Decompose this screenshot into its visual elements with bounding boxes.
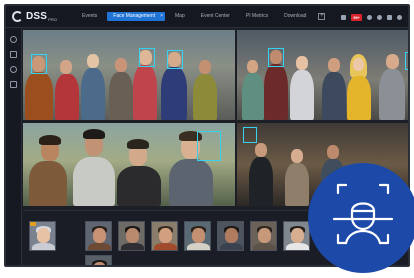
list-icon[interactable] (10, 51, 17, 58)
add-tab-icon[interactable]: + (318, 13, 326, 20)
face-thumbnail[interactable] (283, 221, 310, 251)
lock-icon[interactable] (387, 14, 392, 20)
person-figure (377, 30, 407, 120)
face-detection-box (139, 48, 155, 67)
person-figure (79, 30, 107, 120)
video-tile-crowd[interactable] (23, 30, 235, 120)
tab-events[interactable]: Events (76, 12, 103, 21)
face-detection-box (243, 127, 257, 143)
match-flag-icon (30, 222, 36, 226)
settings-icon[interactable] (367, 14, 372, 20)
person-figure (131, 30, 159, 120)
person-figure (263, 30, 289, 120)
face-thumbnail[interactable] (85, 255, 112, 265)
person-figure (289, 30, 315, 120)
face-thumbnail[interactable] (250, 221, 277, 251)
toolbar-right: 99+ (341, 6, 402, 28)
person-icon[interactable] (10, 66, 17, 73)
video-tile-group[interactable] (23, 123, 235, 206)
face-thumbnail[interactable] (151, 221, 178, 251)
video-tile-street[interactable] (237, 30, 408, 120)
person-figure (71, 123, 115, 206)
tab-download[interactable]: Download (278, 12, 312, 21)
person-figure (159, 30, 189, 120)
face-thumbnail[interactable] (85, 221, 112, 251)
logo-edition: PRO (48, 17, 57, 22)
face-detection-box (268, 48, 284, 67)
face-thumbnail[interactable] (118, 221, 145, 251)
logo-icon (12, 11, 23, 22)
face-detection-box (167, 50, 183, 69)
notification-icon[interactable] (341, 14, 347, 20)
face-recognition-icon (332, 183, 394, 245)
close-icon[interactable]: × (160, 12, 163, 21)
minimize-icon[interactable] (397, 14, 402, 20)
person-figure (241, 30, 265, 120)
person-figure (27, 123, 67, 206)
person-figure (53, 30, 81, 120)
person-figure (25, 30, 55, 120)
face-thumbnail[interactable] (29, 221, 56, 251)
left-sidebar (6, 28, 22, 265)
tab-label: Face Management (113, 13, 155, 19)
settings-icon[interactable] (10, 81, 17, 88)
alarm-badge[interactable]: 99+ (351, 13, 362, 21)
face-thumbnail[interactable] (184, 221, 211, 251)
person-figure (283, 123, 311, 206)
face-recognition-badge (308, 163, 414, 273)
main-nav: Events Face Management × Map Event Cente… (76, 6, 326, 27)
face-detection-box (405, 52, 408, 70)
search-icon[interactable] (10, 36, 17, 43)
tab-map[interactable]: Map (169, 12, 191, 21)
person-figure (191, 30, 219, 120)
tab-pi-metrics[interactable]: PI Metrics (240, 12, 274, 21)
user-icon[interactable] (377, 14, 382, 20)
person-figure (115, 123, 161, 206)
app-logo: DSS PRO (12, 11, 76, 22)
tab-face-management[interactable]: Face Management × (107, 12, 165, 21)
face-thumbnail[interactable] (217, 221, 244, 251)
logo-text: DSS (26, 11, 48, 22)
tab-event-center[interactable]: Event Center (195, 12, 236, 21)
person-figure (321, 30, 347, 120)
face-detection-box (31, 54, 47, 74)
top-bar: DSS PRO Events Face Management × Map Eve… (6, 6, 408, 28)
person-figure (345, 30, 373, 120)
face-detection-box (197, 131, 221, 161)
